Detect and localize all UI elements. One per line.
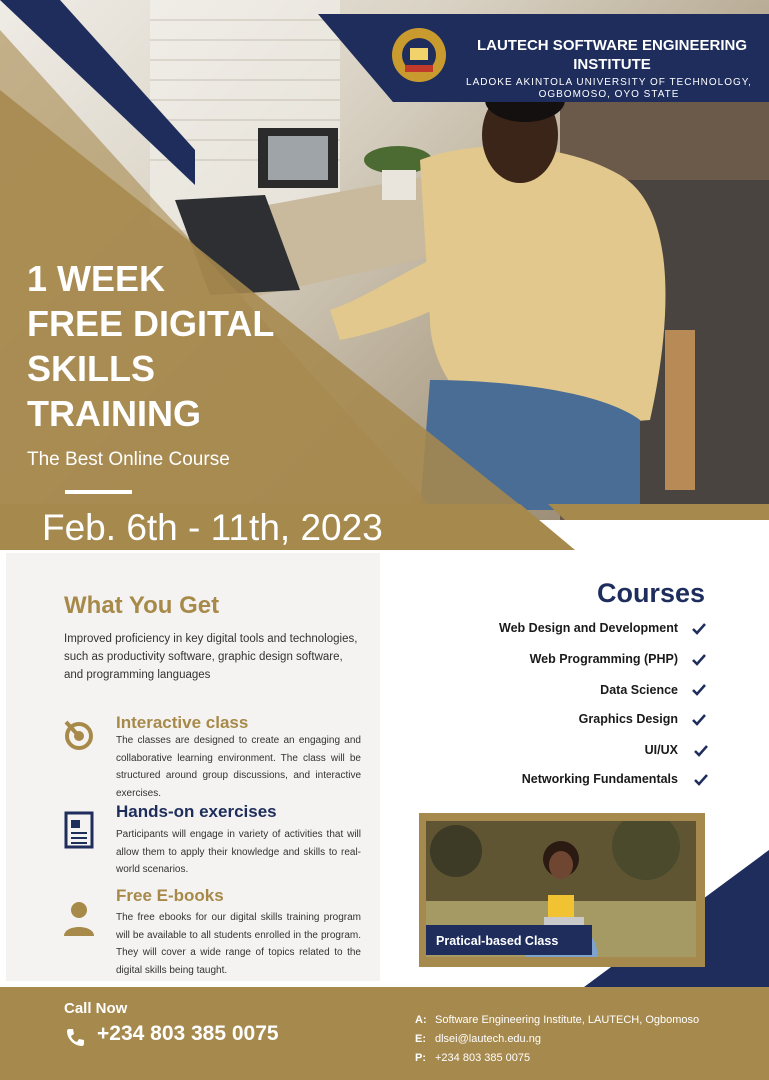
contact-key: P:	[415, 1052, 426, 1064]
headline-line: TRAINING	[27, 393, 201, 434]
event-date: Feb. 6th - 11th, 2023	[42, 507, 383, 548]
call-now-phone[interactable]: +234 803 385 0075	[97, 1022, 279, 1046]
tagline: The Best Online Course	[27, 449, 230, 470]
what-you-get-title: What You Get	[64, 592, 220, 619]
institute-subtitle: LADOKE AKINTOLA UNIVERSITY OF TECHNOLOGY…	[466, 77, 752, 100]
photo-card-label: Pratical-based Class	[426, 925, 592, 955]
feature-title: Hands-on exercises	[116, 802, 277, 821]
contact-value[interactable]: +234 803 385 0075	[435, 1052, 530, 1064]
checkmark-icon	[692, 684, 706, 696]
tagline-divider	[65, 490, 132, 494]
contact-value[interactable]: dlsei@lautech.edu.ng	[435, 1033, 541, 1045]
course-item: Web Design and Development	[499, 621, 678, 635]
checkmark-icon	[692, 654, 706, 666]
course-item: Data Science	[600, 683, 678, 697]
institute-title: LAUTECH SOFTWARE ENGINEERING INSTITUTE	[476, 37, 747, 73]
contact-key: A:	[415, 1014, 427, 1026]
gear-seal-icon	[392, 28, 446, 82]
checkmark-icon	[694, 745, 708, 757]
contact-email[interactable]: E: dlsei@lautech.edu.ng	[415, 1033, 541, 1045]
course-item: Web Programming (PHP)	[529, 652, 678, 666]
feature-body: The classes are designed to create an en…	[116, 735, 361, 799]
person-icon	[64, 902, 94, 936]
courses-title: Courses	[596, 578, 705, 608]
target-hand-icon	[64, 720, 93, 750]
feature-body: The free ebooks for our digital skills t…	[116, 912, 361, 976]
phone-icon	[67, 1029, 84, 1046]
feature-title: Free E-books	[116, 886, 224, 905]
call-now-label: Call Now	[64, 1000, 128, 1017]
course-item: Networking Fundamentals	[521, 772, 678, 786]
what-you-get-intro: Improved proficiency in key digital tool…	[64, 633, 358, 681]
checkmark-icon	[692, 623, 706, 635]
document-icon	[64, 811, 94, 849]
course-item: UI/UX	[644, 743, 678, 757]
headline-line: SKILLS	[27, 348, 156, 389]
feature-title: Interactive class	[116, 713, 249, 732]
checkmark-icon	[694, 774, 708, 786]
checkmark-icon	[692, 714, 706, 726]
contact-value: Software Engineering Institute, LAUTECH,…	[435, 1014, 700, 1026]
headline: 1 WEEK FREE DIGITAL SKILLS TRAINING	[27, 256, 274, 436]
course-item: Graphics Design	[578, 712, 678, 726]
headline-line: 1 WEEK	[27, 258, 166, 299]
contact-address: A: Software Engineering Institute, LAUTEC…	[415, 1014, 699, 1026]
contact-phone[interactable]: P: +234 803 385 0075	[415, 1052, 530, 1064]
headline-line: FREE DIGITAL	[27, 303, 275, 344]
feature-body: Participants will engage in variety of a…	[116, 829, 361, 875]
contact-key: E:	[415, 1033, 426, 1045]
